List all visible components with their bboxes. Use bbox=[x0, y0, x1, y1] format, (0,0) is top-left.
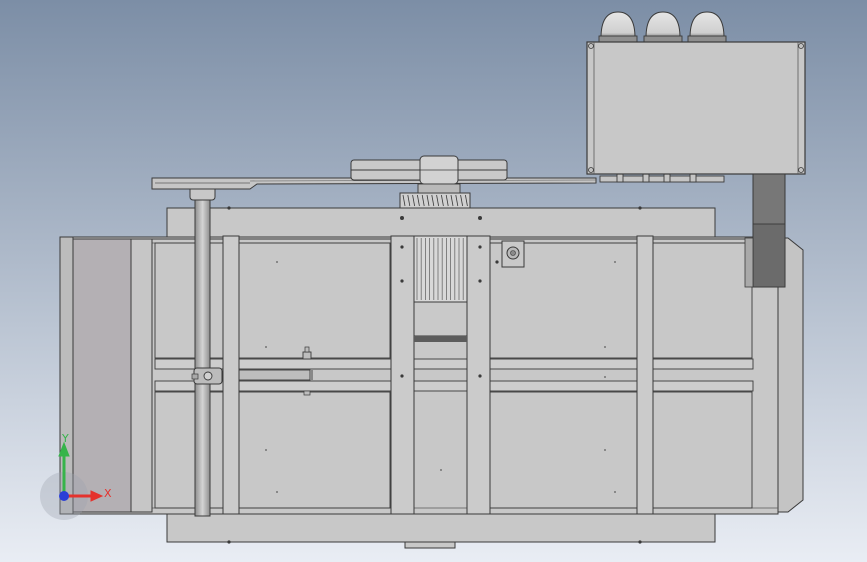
z-axis-point-icon bbox=[59, 491, 69, 501]
base-plate[interactable] bbox=[166, 511, 716, 543]
left-flange bbox=[130, 238, 153, 513]
top-cover[interactable] bbox=[166, 207, 716, 239]
left-side-panel[interactable] bbox=[72, 238, 132, 513]
y-axis-label: Y bbox=[61, 432, 69, 445]
gear-block[interactable] bbox=[399, 192, 471, 209]
heatsink-shadow bbox=[414, 336, 467, 342]
thermometer-pocket[interactable] bbox=[302, 351, 312, 360]
base-foot[interactable] bbox=[404, 541, 456, 549]
vertical-pipe[interactable] bbox=[194, 199, 211, 517]
rail-slot bbox=[237, 369, 311, 381]
x-axis-label: X bbox=[104, 487, 112, 500]
cad-viewport[interactable]: X Y bbox=[0, 0, 867, 562]
bushings bbox=[598, 11, 727, 43]
terminal-box[interactable] bbox=[586, 41, 806, 175]
transformer-drawing: X Y bbox=[0, 0, 867, 562]
heatsink-base bbox=[413, 301, 468, 337]
